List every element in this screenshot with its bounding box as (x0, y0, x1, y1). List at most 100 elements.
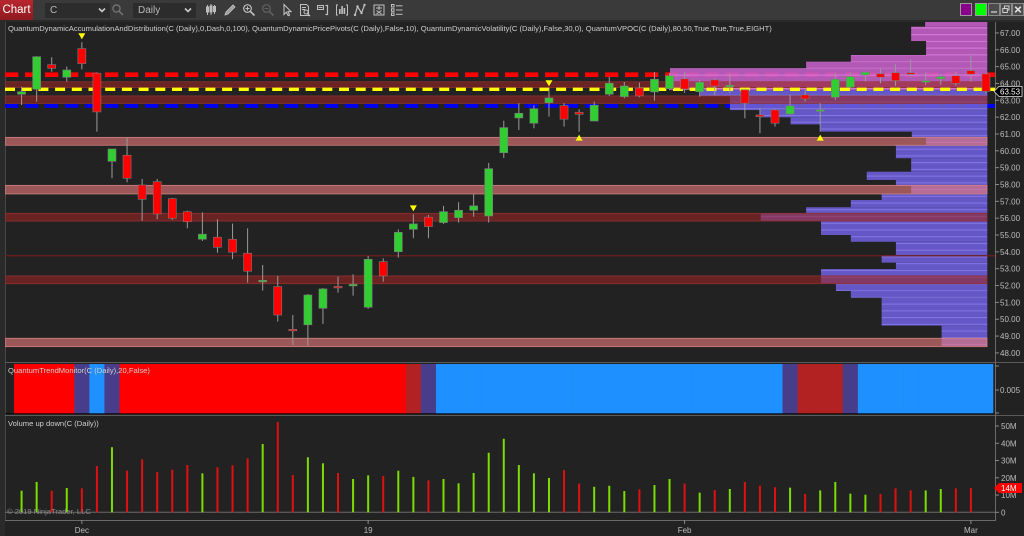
candle-body-up (665, 75, 674, 89)
candle-body-down (680, 78, 689, 90)
candle-body-down (228, 238, 237, 253)
volume-bar-down (246, 458, 249, 513)
candle-body-down (876, 73, 885, 78)
candle-body-up (318, 288, 328, 309)
chart-window: Chart C Daily 67.00 66.00 65.00 64.00 63… (0, 0, 1024, 536)
trend-cell-up (963, 364, 979, 414)
trend-cell-down (240, 364, 256, 414)
volume-bar-up (367, 475, 370, 513)
volume-bar-down (909, 490, 912, 513)
link-swatch-purple[interactable] (960, 3, 972, 16)
price-tick-label: 63.00 (1000, 96, 1021, 105)
candle (574, 109, 584, 132)
zoom-in-icon[interactable] (242, 3, 256, 17)
price-tick-label: 56.00 (1000, 214, 1021, 223)
trend-cell-down (164, 364, 181, 414)
instrument-value: C (50, 5, 58, 16)
copyright-notice: © 2019 NinjaTrader, LLC (7, 507, 91, 516)
indicators-icon[interactable] (335, 3, 349, 17)
volume-bar-up (201, 473, 204, 513)
pivot-zone-weak (5, 337, 988, 348)
candle (529, 105, 539, 129)
pencil-icon[interactable] (223, 3, 237, 17)
volume-profile-row (895, 241, 988, 256)
trend-cell-down (194, 364, 211, 414)
pivot-zone-strong (5, 81, 988, 89)
trend-cell-down (270, 364, 286, 414)
list-icon[interactable] (390, 3, 404, 17)
volume-bar-down (879, 494, 882, 513)
trend-cell-up (722, 364, 738, 414)
strategies-icon[interactable] (353, 3, 367, 17)
volume-tick-label: 20M (1001, 474, 1017, 483)
candle-body-down (167, 198, 177, 219)
chart-canvas[interactable]: 67.0066.0065.0064.0063.0062.0061.0060.00… (0, 0, 1024, 536)
volume-bar-up (939, 489, 942, 513)
volume-profile-row (850, 235, 988, 242)
trend-cell-down (209, 364, 226, 414)
zoom-out-icon[interactable] (261, 3, 275, 17)
volume-bar-down (231, 465, 234, 513)
volume-bar-down (563, 470, 566, 513)
volume-bar-up (457, 483, 460, 513)
properties-icon[interactable] (372, 3, 386, 17)
volume-panel[interactable] (5, 422, 995, 513)
candlestick-bars-icon[interactable] (204, 3, 218, 17)
volume-bar-up (321, 463, 324, 513)
volume-bar-down (186, 465, 189, 513)
candle-body-down (740, 89, 750, 104)
volume-bar-up (728, 489, 731, 513)
time-tick-label: Feb (678, 526, 692, 535)
candle-body-up (725, 85, 735, 88)
data-box-icon[interactable] (298, 3, 312, 17)
volume-bar-down (337, 472, 340, 513)
candle-body-up (198, 233, 207, 240)
price-tick-label: 66.00 (1000, 46, 1021, 55)
volume-bar-down (156, 472, 159, 513)
last-price-label: 63.53 (1000, 87, 1021, 96)
instrument-selector[interactable]: C (45, 3, 110, 18)
volume-tick-label: 0 (1001, 508, 1006, 517)
candle (92, 72, 102, 132)
pivot-zone-weak (5, 136, 988, 146)
volume-bar-down (427, 480, 430, 513)
price-tick-label: 54.00 (1000, 248, 1021, 257)
candle-body-down (152, 181, 162, 215)
link-swatch-green[interactable] (975, 3, 987, 16)
price-panel[interactable] (5, 21, 995, 348)
trend-cell-down (360, 364, 376, 414)
pointer-icon[interactable] (280, 3, 294, 17)
volume-bar-up (487, 452, 490, 513)
chart-tab[interactable]: Chart (0, 0, 33, 20)
volume-profile-row (895, 144, 988, 159)
minimize-button[interactable] (988, 3, 1000, 16)
trend-cell-neutral (842, 364, 859, 414)
candle-body-up (32, 56, 41, 90)
candle (559, 103, 569, 127)
restore-button[interactable] (1000, 3, 1012, 16)
candle (107, 148, 117, 179)
volume-bar-down (291, 475, 294, 513)
candle-body-down (800, 94, 810, 100)
candle-body-up (454, 209, 463, 218)
trend-monitor-panel[interactable] (5, 364, 995, 414)
interval-selector[interactable]: Daily (133, 3, 196, 18)
price-tick-label: 50.00 (1000, 315, 1021, 324)
price-tick-label: 57.00 (1000, 197, 1021, 206)
volume-bar-down (954, 488, 957, 513)
volume-bar-up (532, 473, 535, 513)
candle-body-up (815, 109, 825, 112)
trend-cell-down (179, 364, 196, 414)
trend-cell-up (496, 364, 512, 414)
candle-body-up (484, 168, 494, 217)
volume-bar-down (141, 459, 144, 513)
chart-trader-icon[interactable] (316, 3, 330, 17)
pivot-zone-strong (5, 95, 988, 104)
search-icon[interactable] (111, 3, 125, 17)
price-tick-label: 58.00 (1000, 181, 1021, 190)
trend-cell-up (661, 364, 678, 414)
candle-body-down (574, 111, 584, 115)
close-button[interactable] (1012, 3, 1024, 16)
time-tick-label: Mar (964, 526, 978, 535)
candle (424, 214, 433, 239)
